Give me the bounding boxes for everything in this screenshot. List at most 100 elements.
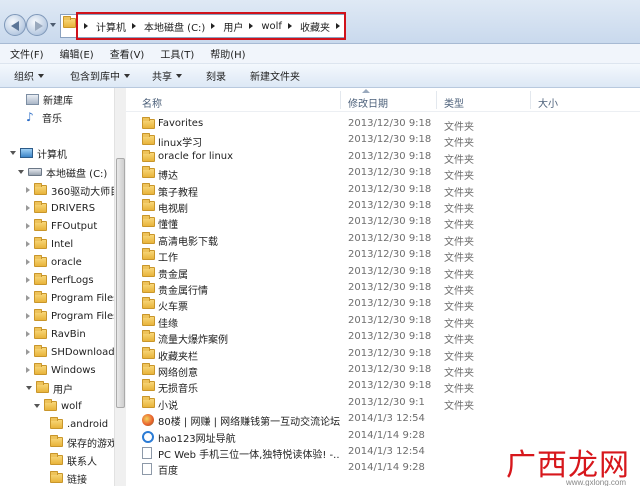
column-name[interactable]: 名称 <box>142 95 162 110</box>
share-button[interactable]: 共享 <box>140 64 192 87</box>
nav-item-computer[interactable]: 计算机 <box>10 145 67 161</box>
burn-button[interactable]: 刻录 <box>192 64 236 87</box>
collapsed-arrow-icon[interactable] <box>26 313 30 319</box>
folder-icon <box>34 291 47 303</box>
file-row[interactable]: Favorites 2013/12/30 9:18 文件夹 <box>126 116 640 133</box>
expand-arrow-icon[interactable] <box>34 404 40 408</box>
collapsed-arrow-icon[interactable] <box>26 367 30 373</box>
column-divider[interactable] <box>340 91 341 109</box>
menu-view[interactable]: 查看(V) <box>110 46 145 61</box>
file-row[interactable]: 高清电影下载 2013/12/30 9:18 文件夹 <box>126 231 640 248</box>
collapsed-arrow-icon[interactable] <box>26 241 30 247</box>
file-row[interactable]: 策子教程 2013/12/30 9:18 文件夹 <box>126 182 640 199</box>
forward-button[interactable] <box>26 14 48 36</box>
collapsed-arrow-icon[interactable] <box>26 259 30 265</box>
menu-tools[interactable]: 工具(T) <box>160 46 194 61</box>
nav-item-folder[interactable]: 360驱动大师目 <box>26 182 114 198</box>
nav-item-folder[interactable]: Program Files <box>26 308 114 324</box>
collapsed-arrow-icon[interactable] <box>26 205 30 211</box>
nav-item-folder[interactable]: 用户 <box>26 380 73 396</box>
file-row[interactable]: 懂懂 2013/12/30 9:18 文件夹 <box>126 214 640 231</box>
history-dropdown-icon[interactable] <box>50 23 56 27</box>
collapsed-arrow-icon[interactable] <box>26 187 30 193</box>
nav-item-folder[interactable]: PerfLogs <box>26 272 94 288</box>
collapsed-arrow-icon[interactable] <box>26 223 30 229</box>
file-row[interactable]: 电视剧 2013/12/30 9:18 文件夹 <box>126 198 640 215</box>
column-date[interactable]: 修改日期 <box>348 95 388 110</box>
organize-button[interactable]: 组织 <box>0 64 54 87</box>
nav-item-drive-c[interactable]: 本地磁盘 (C:) <box>18 164 107 180</box>
folder-icon <box>142 133 155 146</box>
file-date: 2013/12/30 9:18 <box>348 150 432 162</box>
nav-item-music[interactable]: ♪ 音乐 <box>26 109 62 125</box>
file-row[interactable]: 佳缘 2013/12/30 9:18 文件夹 <box>126 313 640 330</box>
file-row[interactable]: 小说 2013/12/30 9:1 文件夹 <box>126 395 640 412</box>
file-row[interactable]: 流量大爆炸案例 2013/12/30 9:18 文件夹 <box>126 329 640 346</box>
collapsed-arrow-icon[interactable] <box>26 277 30 283</box>
nav-label: 新建库 <box>43 95 73 107</box>
file-name: 火车票 <box>158 302 188 314</box>
back-button[interactable] <box>4 14 26 36</box>
file-date: 2013/12/30 9:18 <box>348 314 432 326</box>
expand-arrow-icon[interactable] <box>26 386 32 390</box>
file-row[interactable]: 无损音乐 2013/12/30 9:18 文件夹 <box>126 378 640 395</box>
nav-item-folder[interactable]: SHDownload <box>26 344 114 360</box>
nav-item-new-library[interactable]: 新建库 <box>26 91 73 107</box>
file-row[interactable]: linux学习 2013/12/30 9:18 文件夹 <box>126 132 640 149</box>
file-type: 文件夹 <box>444 154 474 166</box>
address-highlight-box <box>76 12 346 40</box>
nav-item-folder[interactable]: oracle <box>26 254 82 270</box>
file-row[interactable]: 火车票 2013/12/30 9:18 文件夹 <box>126 296 640 314</box>
file-row[interactable]: 网络创意 2013/12/30 9:18 文件夹 <box>126 362 640 379</box>
column-divider[interactable] <box>530 91 531 109</box>
nav-item-folder[interactable]: Windows <box>26 362 96 378</box>
nav-item-folder[interactable]: wolf <box>34 398 82 414</box>
nav-label: oracle <box>51 256 82 268</box>
file-date: 2013/12/30 9:18 <box>348 167 432 179</box>
file-row[interactable]: 收藏夹栏 2013/12/30 9:18 文件夹 <box>126 346 640 363</box>
nav-item-folder[interactable]: 联系人 <box>50 452 97 468</box>
file-row[interactable]: 工作 2013/12/30 9:18 文件夹 <box>126 247 640 264</box>
nav-item-folder[interactable]: 链接 <box>50 470 87 486</box>
folder-icon <box>142 379 155 392</box>
collapsed-arrow-icon[interactable] <box>26 349 30 355</box>
nav-item-folder[interactable]: 保存的游戏 <box>50 434 114 450</box>
folder-icon <box>36 381 49 393</box>
file-date: 2013/12/30 9:18 <box>348 364 432 375</box>
menu-edit[interactable]: 编辑(E) <box>60 46 94 61</box>
file-row[interactable]: 贵金属行情 2013/12/30 9:18 文件夹 <box>126 280 640 297</box>
expand-arrow-icon[interactable] <box>18 170 24 174</box>
column-divider[interactable] <box>436 91 437 109</box>
nav-label: Windows <box>51 364 96 376</box>
burn-label: 刻录 <box>206 72 226 83</box>
menu-file[interactable]: 文件(F) <box>10 46 44 61</box>
file-date: 2013/12/30 9:18 <box>348 380 432 392</box>
computer-icon <box>20 148 33 158</box>
menu-help[interactable]: 帮助(H) <box>210 46 245 61</box>
include-in-library-button[interactable]: 包含到库中 <box>54 64 140 87</box>
file-row[interactable]: 博达 2013/12/30 9:18 文件夹 <box>126 165 640 182</box>
file-row[interactable]: oracle for linux 2013/12/30 9:18 文件夹 <box>126 149 640 166</box>
nav-item-folder[interactable]: DRIVERS <box>26 200 95 216</box>
nav-label: Program Files <box>51 310 114 322</box>
back-arrow-icon <box>11 21 19 31</box>
expand-arrow-icon[interactable] <box>10 151 16 155</box>
scrollbar-thumb[interactable] <box>116 158 125 408</box>
column-size[interactable]: 大小 <box>538 95 558 110</box>
file-icon <box>142 447 152 459</box>
folder-icon <box>142 313 155 326</box>
column-type[interactable]: 类型 <box>444 95 464 110</box>
nav-item-folder[interactable]: Program Files <box>26 290 114 306</box>
folder-icon <box>142 149 155 162</box>
folder-icon <box>142 297 155 310</box>
file-row[interactable]: 贵金属 2013/12/30 9:18 文件夹 <box>126 264 640 281</box>
file-row[interactable]: 80楼 | 网赚 | 网络赚钱第一互动交流论坛... 2014/1/3 12:54 <box>126 411 640 428</box>
new-folder-button[interactable]: 新建文件夹 <box>236 64 310 87</box>
nav-item-folder[interactable]: .android <box>50 416 108 432</box>
collapsed-arrow-icon[interactable] <box>26 295 30 301</box>
nav-item-folder[interactable]: RavBin <box>26 326 86 342</box>
nav-scrollbar[interactable] <box>114 88 126 486</box>
nav-item-folder[interactable]: Intel <box>26 236 73 252</box>
collapsed-arrow-icon[interactable] <box>26 331 30 337</box>
nav-item-folder[interactable]: FFOutput <box>26 218 97 234</box>
